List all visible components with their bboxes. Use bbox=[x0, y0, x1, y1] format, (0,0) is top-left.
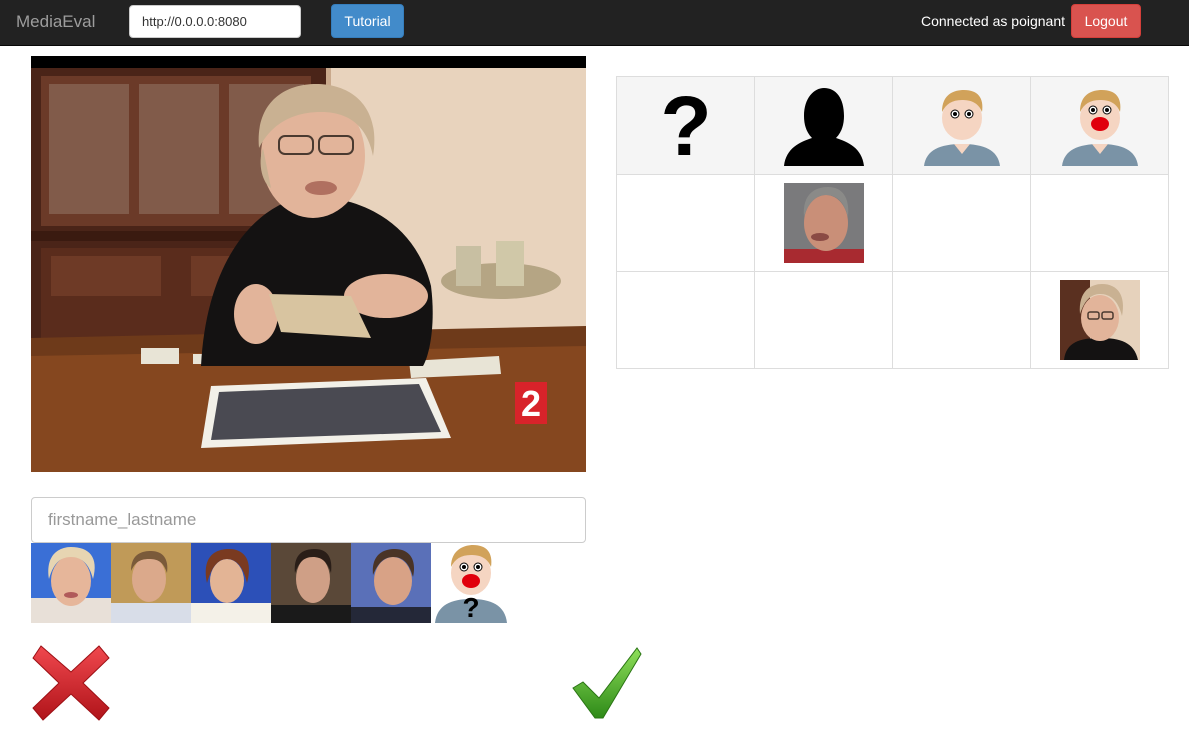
grid-cell[interactable] bbox=[616, 174, 755, 272]
accept-button[interactable] bbox=[571, 646, 643, 720]
grid-cell[interactable] bbox=[892, 271, 1031, 369]
person-speaking-icon bbox=[1061, 89, 1138, 166]
grid-row bbox=[616, 271, 1169, 369]
column-person-speaking[interactable] bbox=[1030, 76, 1169, 175]
channel-logo: 2 bbox=[521, 383, 541, 424]
face-thumbnail[interactable] bbox=[31, 543, 111, 623]
face-thumbnail[interactable] bbox=[351, 543, 431, 623]
brand-link[interactable]: MediaEval bbox=[16, 12, 95, 32]
face-thumbnail[interactable] bbox=[783, 183, 864, 263]
svg-text:?: ? bbox=[462, 592, 479, 623]
suggestion-thumbnails: ? bbox=[31, 543, 511, 623]
logout-button[interactable]: Logout bbox=[1071, 4, 1141, 38]
silhouette-icon bbox=[783, 87, 864, 166]
navbar: MediaEval Tutorial Connected as poignant… bbox=[0, 0, 1189, 46]
grid-cell[interactable] bbox=[754, 174, 893, 272]
svg-text:?: ? bbox=[660, 87, 711, 165]
unknown-person-icon[interactable]: ? bbox=[431, 543, 511, 623]
grid-cell[interactable] bbox=[616, 271, 755, 369]
face-thumbnail[interactable] bbox=[271, 543, 351, 623]
video-frame: 2 bbox=[31, 56, 586, 472]
column-silhouette[interactable] bbox=[754, 76, 893, 175]
grid-header-row: ? bbox=[616, 76, 1169, 175]
grid-cell[interactable] bbox=[892, 174, 1031, 272]
green-check-icon bbox=[572, 647, 642, 719]
grid-cell[interactable] bbox=[1030, 174, 1169, 272]
face-thumbnail[interactable] bbox=[111, 543, 191, 623]
person-name-input[interactable] bbox=[31, 497, 586, 543]
annotation-grid: ? bbox=[616, 76, 1169, 369]
face-thumbnail[interactable] bbox=[191, 543, 271, 623]
column-person[interactable] bbox=[892, 76, 1031, 175]
person-icon bbox=[923, 89, 1000, 166]
grid-cell[interactable] bbox=[1030, 271, 1169, 369]
column-unknown[interactable]: ? bbox=[616, 76, 755, 175]
connected-user-text: Connected as poignant bbox=[921, 13, 1065, 29]
grid-cell[interactable] bbox=[754, 271, 893, 369]
question-mark-icon: ? bbox=[660, 87, 711, 165]
tutorial-button[interactable]: Tutorial bbox=[331, 4, 404, 38]
red-cross-icon bbox=[32, 645, 110, 721]
face-thumbnail[interactable] bbox=[1059, 280, 1140, 360]
grid-row bbox=[616, 174, 1169, 272]
reject-button[interactable] bbox=[31, 644, 111, 722]
server-url-input[interactable] bbox=[129, 5, 301, 38]
video-player[interactable]: 2 bbox=[31, 56, 586, 472]
